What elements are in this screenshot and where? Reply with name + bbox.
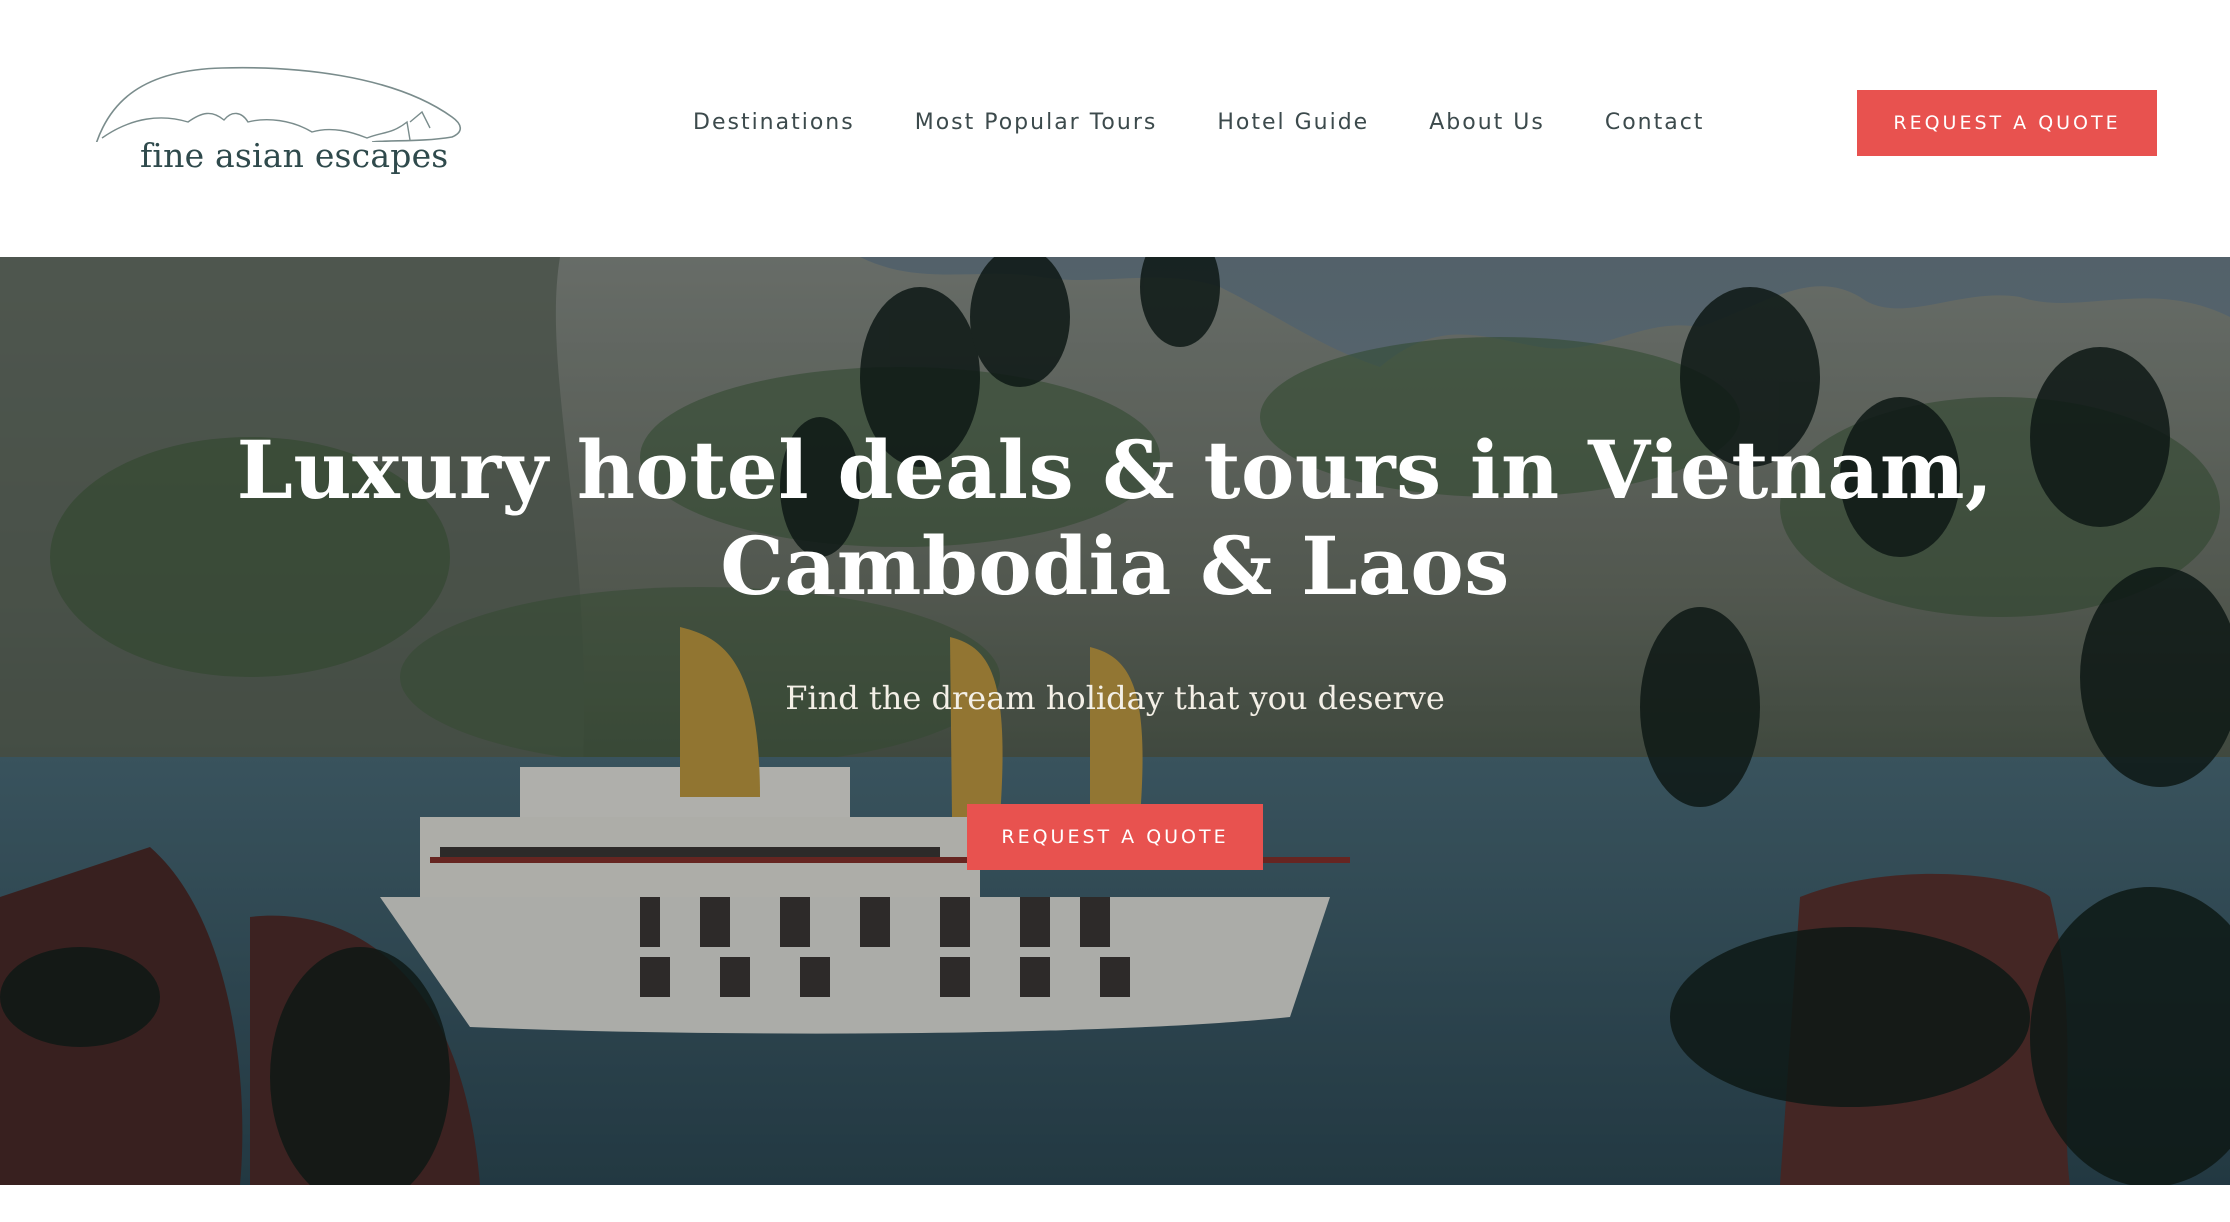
nav-item-contact[interactable]: Contact [1605,106,1705,140]
request-quote-button-header[interactable]: REQUEST A QUOTE [1857,90,2157,156]
hero-subtitle: Find the dream holiday that you deserve [785,679,1445,717]
whale-outline-icon [95,66,462,142]
nav-item-most-popular-tours[interactable]: Most Popular Tours [915,106,1158,140]
nav-item-hotel-guide[interactable]: Hotel Guide [1217,106,1369,140]
main-nav: Destinations Most Popular Tours Hotel Gu… [693,106,1704,140]
logo-wordmark: fine asian escapes [140,136,449,175]
site-header: fine asian escapes Destinations Most Pop… [0,0,2230,257]
hero-title-line-1: Luxury hotel deals & tours in Vietnam, [236,423,1994,517]
request-quote-button-hero[interactable]: REQUEST A QUOTE [967,804,1263,870]
hero-title-line-2: Cambodia & Laos [720,519,1510,613]
nav-item-destinations[interactable]: Destinations [693,106,855,140]
nav-item-about-us[interactable]: About Us [1429,106,1545,140]
hero-title: Luxury hotel deals & tours in Vietnam, C… [215,422,2015,614]
site-logo[interactable]: fine asian escapes [92,62,472,187]
hero-section: Luxury hotel deals & tours in Vietnam, C… [0,257,2230,1185]
page-bottom-strip [0,1185,2230,1222]
hero-dark-overlay [0,257,2230,1185]
